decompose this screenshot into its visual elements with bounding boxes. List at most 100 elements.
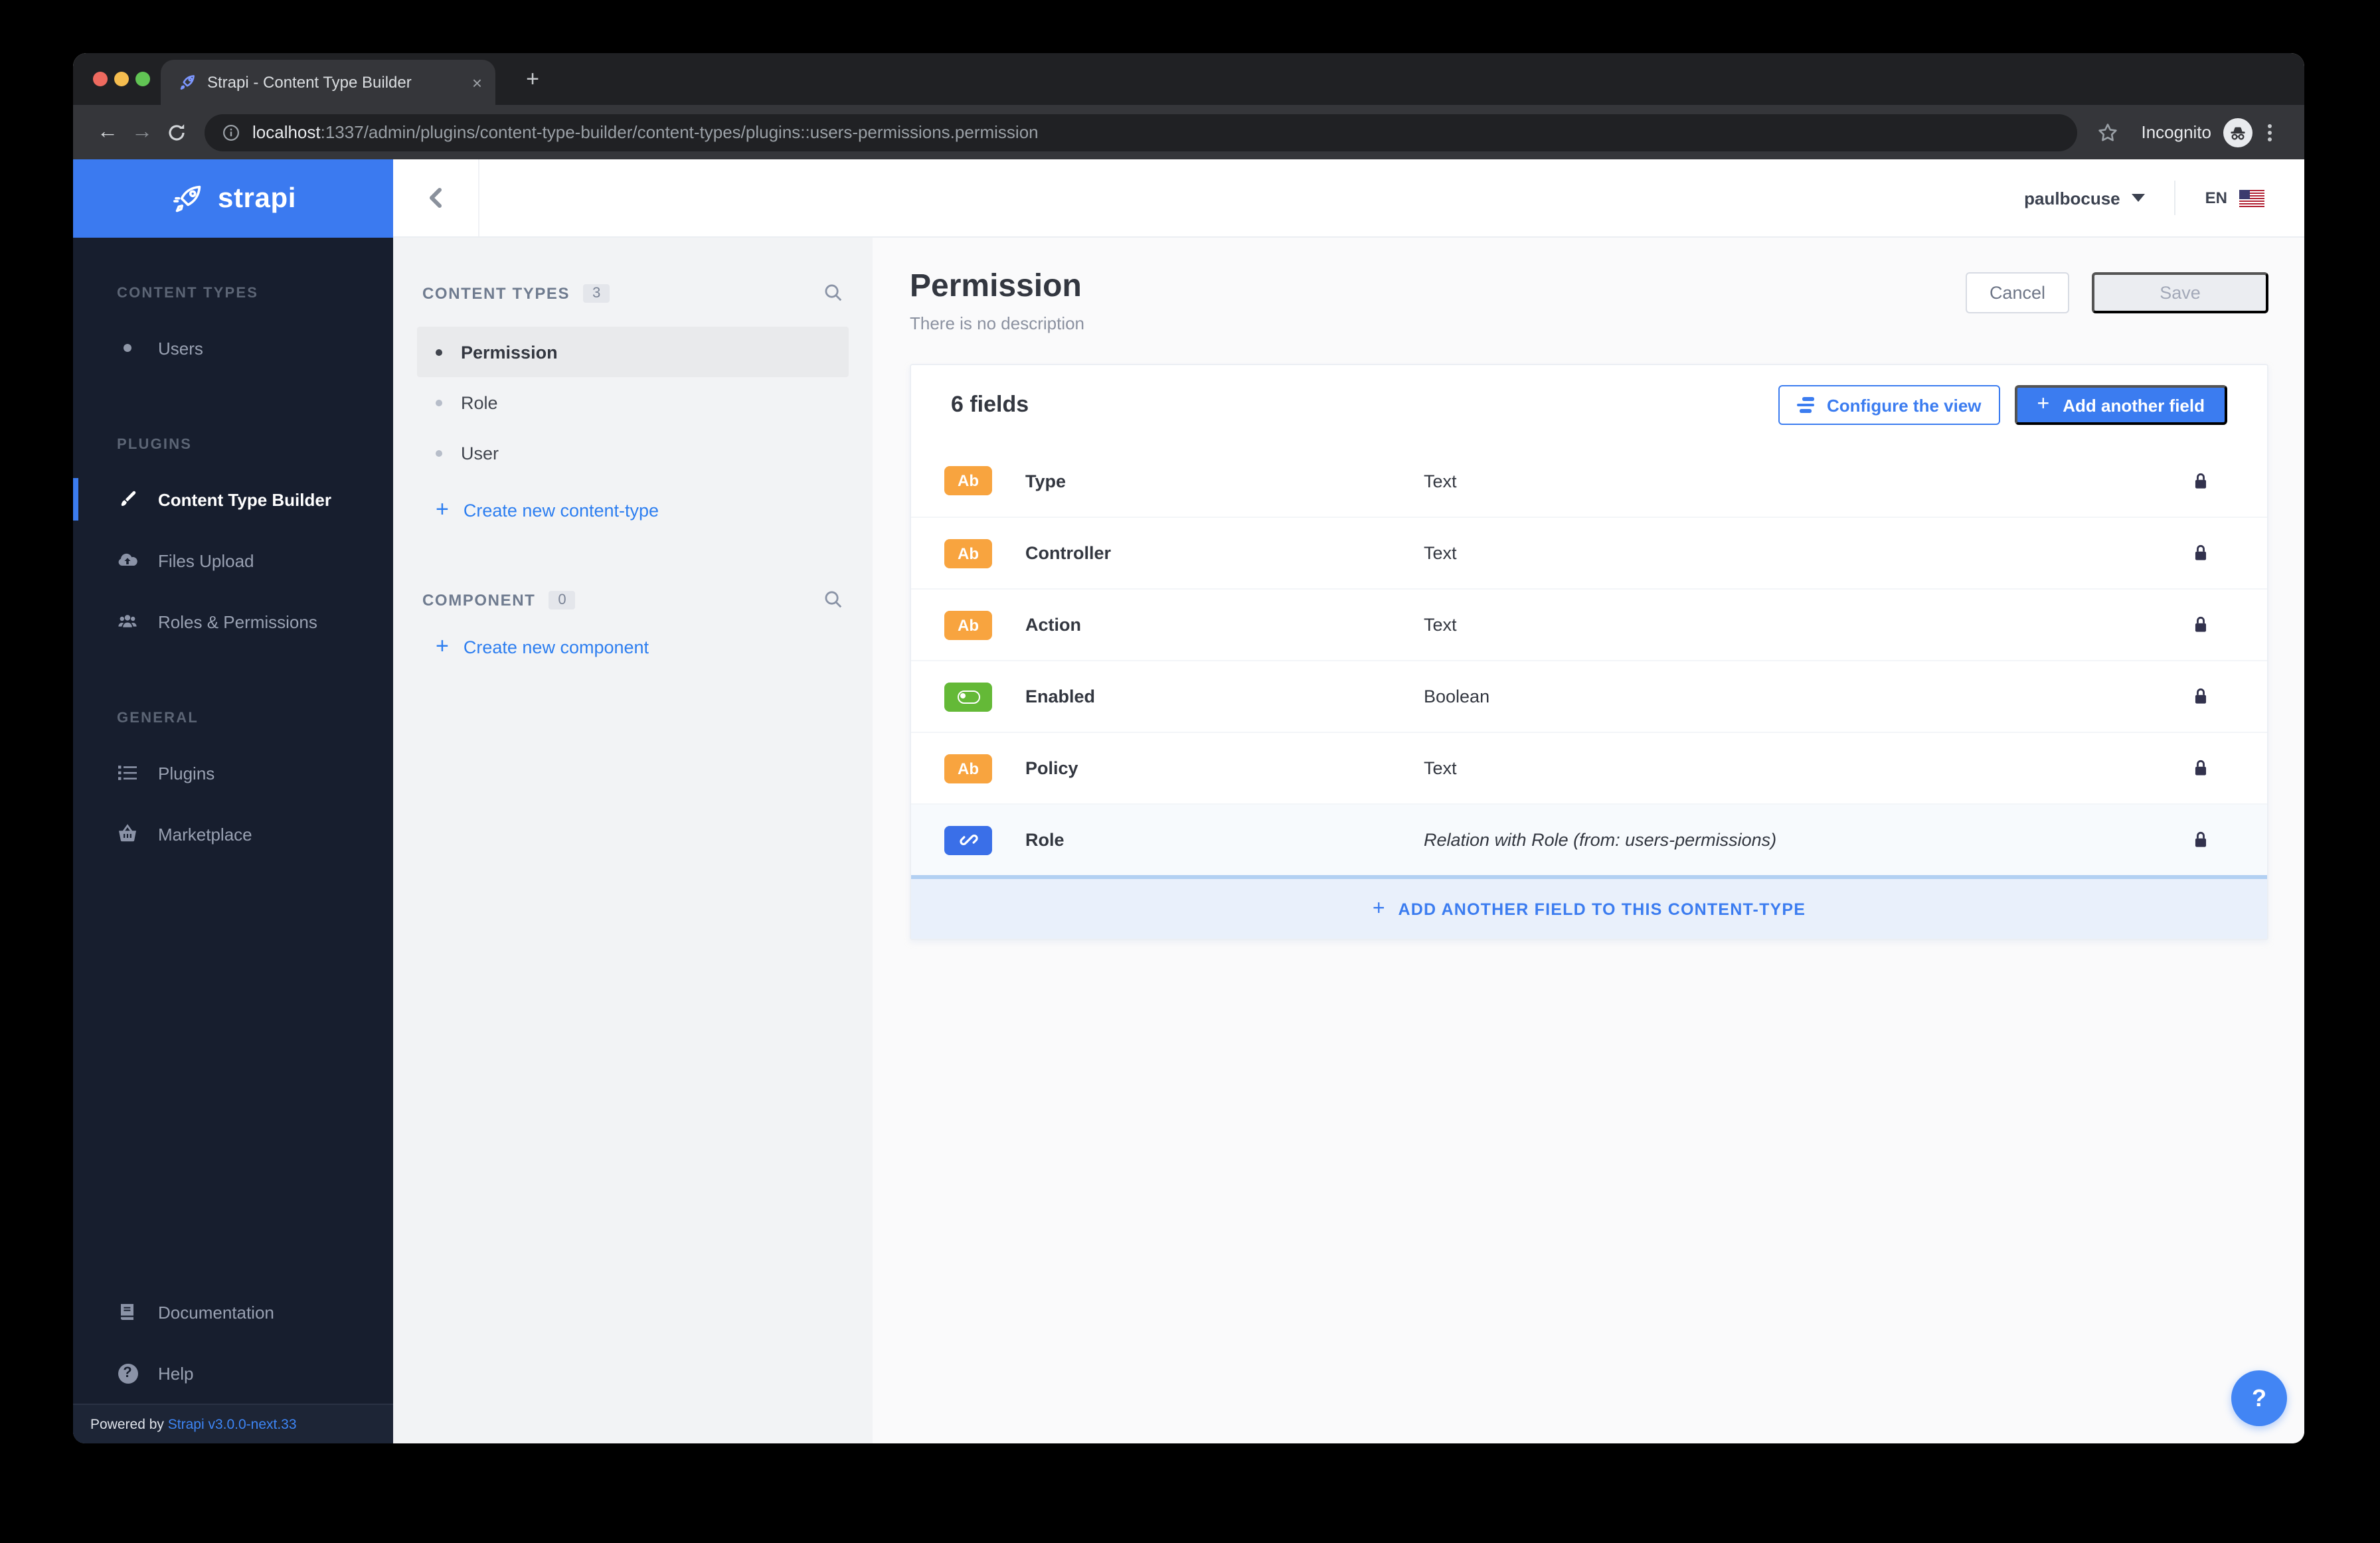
page-title: Permission <box>910 268 1084 305</box>
fields-card: 6 fields Configure the view Add another … <box>910 364 2268 940</box>
close-tab-icon[interactable] <box>472 72 482 92</box>
chevron-down-icon <box>2132 194 2146 202</box>
search-icon[interactable] <box>823 590 843 609</box>
strapi-logo[interactable]: strapi <box>73 159 393 238</box>
sidebar-item-label: Files Upload <box>158 550 254 570</box>
browser-menu-icon[interactable] <box>2252 115 2287 149</box>
help-fab-button[interactable]: ? <box>2231 1370 2287 1426</box>
content-type-item-user[interactable]: User <box>417 428 849 478</box>
header-divider <box>478 159 479 236</box>
content-type-item-permission[interactable]: Permission <box>417 327 849 377</box>
user-menu[interactable]: paulbocuse <box>2024 188 2146 208</box>
paintbrush-icon <box>117 489 138 510</box>
lock-icon <box>2191 830 2210 850</box>
fields-card-header: 6 fields Configure the view Add another … <box>911 365 2267 445</box>
field-name: Enabled <box>1025 687 1424 706</box>
field-name: Action <box>1025 615 1424 635</box>
back-chevron-button[interactable] <box>393 159 478 236</box>
create-content-type-link[interactable]: Create new content-type <box>436 497 873 523</box>
sidebar-item-documentation[interactable]: Documentation <box>73 1281 393 1342</box>
table-row[interactable]: Ab Type Text <box>911 445 2267 517</box>
strapi-app: strapi paulbocuse EN <box>73 159 2304 1443</box>
dot-icon <box>436 349 442 355</box>
dot-icon <box>436 399 442 406</box>
close-window-button[interactable] <box>93 72 108 86</box>
sidebar-item-plugins[interactable]: Plugins <box>73 742 393 803</box>
field-name: Role <box>1025 830 1424 850</box>
table-row[interactable]: Ab Action Text <box>911 588 2267 660</box>
address-bar[interactable]: localhost:1337/admin/plugins/content-typ… <box>205 114 2077 151</box>
sidebar-item-files-upload[interactable]: Files Upload <box>73 530 393 591</box>
create-component-label: Create new component <box>464 637 649 657</box>
lock-icon <box>2191 758 2210 778</box>
table-row[interactable]: Ab Policy Text <box>911 732 2267 803</box>
add-field-footer-label: ADD ANOTHER FIELD TO THIS CONTENT-TYPE <box>1399 900 1806 918</box>
url-host: localhost <box>252 122 321 142</box>
table-row[interactable]: Ab Controller Text <box>911 517 2267 588</box>
add-another-field-button[interactable]: Add another field <box>2015 385 2227 425</box>
sidebar-footer: Documentation Help Powered by Strapi v3.… <box>73 1281 393 1443</box>
strapi-favicon <box>178 73 197 92</box>
sidebar-item-label: Help <box>158 1363 194 1383</box>
content-types-panel: CONTENT TYPES 3 Permission Role <box>393 238 873 1443</box>
sidebar-item-label: Plugins <box>158 763 214 783</box>
users-group-icon <box>117 611 138 632</box>
table-row[interactable]: Enabled Boolean <box>911 660 2267 732</box>
forward-button[interactable] <box>125 115 159 149</box>
bookmark-star-icon[interactable] <box>2090 115 2125 149</box>
header-divider <box>2175 181 2176 215</box>
content-type-item-role[interactable]: Role <box>417 377 849 428</box>
sidebar-item-users[interactable]: Users <box>73 317 393 378</box>
cancel-button[interactable]: Cancel <box>1966 272 2069 313</box>
add-field-footer-button[interactable]: ADD ANOTHER FIELD TO THIS CONTENT-TYPE <box>911 875 2267 939</box>
sidebar-item-label: Content Type Builder <box>158 489 331 509</box>
content-types-label: CONTENT TYPES <box>422 284 570 302</box>
lock-icon <box>2191 543 2210 563</box>
rocket-icon <box>170 181 205 216</box>
book-icon <box>117 1301 138 1323</box>
browser-toolbar: localhost:1337/admin/plugins/content-typ… <box>73 105 2304 159</box>
table-row[interactable]: Role Relation with Role (from: users-per… <box>911 803 2267 875</box>
question-circle-icon <box>117 1363 138 1383</box>
info-icon[interactable] <box>222 123 240 141</box>
create-content-type-label: Create new content-type <box>464 500 659 520</box>
reload-button[interactable] <box>159 115 194 149</box>
page-header: Permission There is no description Cance… <box>910 268 2268 333</box>
section-label-plugins: PLUGINS <box>73 437 393 453</box>
browser-tab[interactable]: Strapi - Content Type Builder <box>161 60 495 105</box>
back-button[interactable] <box>90 115 125 149</box>
sidebar-item-content-type-builder[interactable]: Content Type Builder <box>73 469 393 530</box>
plus-icon <box>1373 897 1385 921</box>
new-tab-button[interactable] <box>517 64 549 96</box>
sidebar-item-marketplace[interactable]: Marketplace <box>73 803 393 864</box>
configure-view-button[interactable]: Configure the view <box>1779 385 2000 425</box>
plus-icon <box>436 633 449 660</box>
minimize-window-button[interactable] <box>114 72 129 86</box>
lock-icon <box>2191 615 2210 635</box>
sidebar-item-label: Marketplace <box>158 824 252 844</box>
lock-icon <box>2191 687 2210 706</box>
search-icon[interactable] <box>823 283 843 303</box>
locale-picker[interactable]: EN <box>2205 189 2264 207</box>
sidebar-item-roles-permissions[interactable]: Roles & Permissions <box>73 591 393 652</box>
powered-by: Powered by Strapi v3.0.0-next.33 <box>73 1404 393 1443</box>
list-icon <box>117 762 138 783</box>
configure-view-label: Configure the view <box>1827 395 1982 415</box>
strapi-version-link[interactable]: Strapi v3.0.0-next.33 <box>168 1416 297 1432</box>
save-button[interactable]: Save <box>2092 272 2268 313</box>
brand-name: strapi <box>218 183 296 214</box>
field-type: Text <box>1424 543 2191 563</box>
dot-icon <box>436 449 442 456</box>
boolean-field-icon <box>944 682 992 711</box>
text-field-icon: Ab <box>944 538 992 568</box>
sliders-icon <box>1798 397 1815 413</box>
field-name: Controller <box>1025 543 1424 563</box>
locale-code: EN <box>2205 189 2227 207</box>
url-text: localhost:1337/admin/plugins/content-typ… <box>252 122 1039 142</box>
maximize-window-button[interactable] <box>135 72 150 86</box>
main-sidebar: CONTENT TYPES Users PLUGINS Content Type… <box>73 238 393 1443</box>
cloud-upload-icon <box>117 550 138 571</box>
window-controls <box>93 72 150 86</box>
create-component-link[interactable]: Create new component <box>436 633 873 660</box>
sidebar-item-help[interactable]: Help <box>73 1342 393 1404</box>
